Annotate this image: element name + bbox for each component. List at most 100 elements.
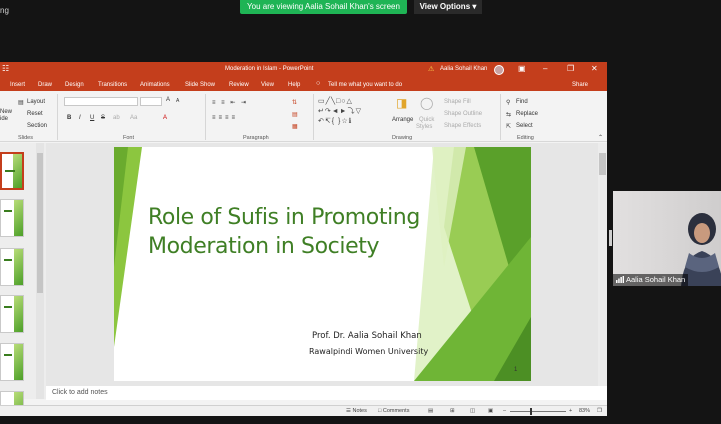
layout-button[interactable]: Layout [27, 99, 45, 105]
tab-animations[interactable]: Animations [140, 82, 170, 88]
close-icon[interactable]: ✕ [591, 64, 598, 73]
avatar[interactable] [494, 65, 504, 75]
title-bar: ☷ Moderation in Islam - PowerPoint ⚠ Aal… [0, 62, 607, 77]
slide-background-art [114, 147, 531, 381]
replace-button[interactable]: Replace [516, 111, 538, 117]
quick-styles-icon[interactable]: ◯ [420, 96, 433, 110]
new-slide-button[interactable]: New [0, 109, 12, 115]
shape-outline-button[interactable]: Shape Outline [444, 111, 482, 117]
select-icon: ⇱ [506, 124, 512, 130]
group-label-font: Font [123, 135, 135, 141]
view-options-label: View Options [419, 2, 471, 11]
fit-to-window-icon[interactable]: ❐ [597, 408, 602, 414]
slide-thumbnail[interactable] [0, 199, 24, 237]
shape-fill-button[interactable]: Shape Fill [444, 99, 471, 105]
participant-name: Aalia Sohail Khan [626, 275, 686, 284]
slide-title[interactable]: Role of Sufis in Promoting Moderation in… [148, 203, 448, 261]
user-name[interactable]: Aalia Sohail Khan [440, 66, 487, 72]
find-button[interactable]: Find [516, 99, 528, 105]
screen-share-banner: You are viewing Aalia Sohail Khan's scre… [240, 0, 407, 14]
strikethrough-button[interactable]: S [101, 115, 105, 121]
tab-draw[interactable]: Draw [38, 82, 52, 88]
shrink-font-button[interactable]: A [176, 98, 179, 104]
slide-thumbnail[interactable] [0, 343, 24, 381]
arrange-button[interactable]: Arrange [392, 117, 413, 123]
ribbon-tabs: Insert Draw Design Transitions Animation… [0, 77, 607, 91]
tab-view[interactable]: View [261, 82, 274, 88]
slide-thumbnail[interactable] [0, 152, 24, 190]
chevron-down-icon: ▾ [472, 2, 477, 11]
char-spacing-icon[interactable]: ab [113, 115, 120, 121]
new-slide-label-2: ide [0, 116, 9, 122]
normal-view-icon[interactable]: ▤ [428, 408, 433, 414]
reset-button[interactable]: Reset [27, 111, 43, 117]
reading-view-icon[interactable]: ◫ [470, 408, 475, 414]
slide-title-line-2: Moderation in Society [148, 234, 380, 259]
select-button[interactable]: Select [516, 123, 533, 129]
participant-video[interactable]: Aalia Sohail Khan [613, 191, 721, 286]
section-button[interactable]: Section [27, 123, 47, 129]
zoom-meeting-screen: ng You are viewing Aalia Sohail Khan's s… [0, 0, 721, 424]
app-menu-icon[interactable]: ☷ [2, 64, 9, 73]
zoom-slider[interactable] [510, 408, 566, 415]
thumbnail-scrollbar[interactable] [36, 143, 44, 399]
view-options-button[interactable]: View Options ▾ [414, 0, 482, 14]
collapse-ribbon-icon[interactable]: ⌃ [598, 134, 603, 141]
panel-resize-handle[interactable] [609, 230, 612, 246]
slide-thumbnail[interactable] [0, 248, 24, 286]
font-color-icon[interactable]: A [163, 115, 167, 121]
quick-styles-button[interactable]: Quick [419, 117, 434, 123]
zoom-in-icon[interactable]: + [569, 408, 572, 414]
list-icons[interactable]: ≡ ≡ ⇤ ⇥ [212, 99, 248, 106]
minimize-icon[interactable]: – [543, 64, 547, 73]
font-size-box[interactable] [140, 97, 162, 106]
slide-title-line-1: Role of Sufis in Promoting [148, 205, 420, 230]
zoom-out-icon[interactable]: – [503, 408, 506, 414]
tab-insert[interactable]: Insert [10, 82, 25, 88]
italic-button[interactable]: I [79, 115, 81, 121]
underline-button[interactable]: U [90, 115, 94, 121]
partial-label: ng [0, 6, 9, 15]
maximize-icon[interactable]: ❐ [567, 64, 574, 73]
grow-font-button[interactable]: A [166, 97, 170, 103]
shape-effects-button[interactable]: Shape Effects [444, 123, 481, 129]
comments-button[interactable]: □ Comments [378, 408, 409, 414]
signal-bars-icon [616, 276, 624, 283]
slide-thumbnail[interactable] [0, 295, 24, 333]
warning-icon: ⚠ [428, 66, 435, 73]
ribbon: New ide ▤ Layout Reset Section Slides A … [0, 91, 607, 142]
tab-review[interactable]: Review [229, 82, 249, 88]
ribbon-display-icon[interactable]: ▣ [518, 64, 526, 73]
align-icons[interactable]: ≡≡≡≡ [212, 115, 238, 121]
share-button[interactable]: Share [572, 82, 588, 88]
group-label-editing: Editing [517, 135, 534, 141]
font-name-box[interactable] [64, 97, 138, 106]
change-case-icon[interactable]: Aa [130, 115, 137, 121]
tab-help[interactable]: Help [288, 82, 300, 88]
text-direction-icon[interactable]: ⇅ [292, 99, 297, 106]
status-bar: ☰ Notes □ Comments ▤ ⊞ ◫ ▣ – + 83% ❐ [0, 405, 607, 416]
replace-icon: ⇆ [506, 112, 512, 118]
current-slide[interactable]: Role of Sufis in Promoting Moderation in… [114, 147, 531, 381]
shapes-gallery[interactable]: ▭╱╲□○△ ↵↷◄►⤵▽ ↶↸{ }☆ℹ [318, 97, 380, 127]
notes-pane[interactable]: Click to add notes [46, 386, 607, 400]
tell-me-search[interactable]: Tell me what you want to do [328, 82, 402, 88]
zoom-level[interactable]: 83% [579, 408, 590, 414]
align-text-icon[interactable]: ▤ [292, 111, 298, 118]
smartart-icon[interactable]: ▦ [292, 123, 298, 130]
participant-nameplate: Aalia Sohail Khan [613, 274, 689, 286]
group-label-slides: Slides [18, 135, 33, 141]
slide-sorter-icon[interactable]: ⊞ [450, 408, 455, 414]
tab-design[interactable]: Design [65, 82, 84, 88]
tab-transitions[interactable]: Transitions [98, 82, 127, 88]
divider [205, 94, 206, 140]
slideshow-icon[interactable]: ▣ [488, 408, 493, 414]
slide-scrollbar[interactable] [598, 143, 607, 399]
arrange-icon[interactable]: ◨ [396, 96, 407, 110]
bold-button[interactable]: B [67, 115, 71, 121]
slide-author[interactable]: Prof. Dr. Aalia Sohail Khan [312, 331, 422, 341]
notes-button[interactable]: ☰ Notes [346, 408, 367, 414]
window-title: Moderation in Islam - PowerPoint [225, 66, 314, 72]
tab-slide-show[interactable]: Slide Show [185, 82, 215, 88]
slide-institution[interactable]: Rawalpindi Women University [309, 347, 428, 356]
